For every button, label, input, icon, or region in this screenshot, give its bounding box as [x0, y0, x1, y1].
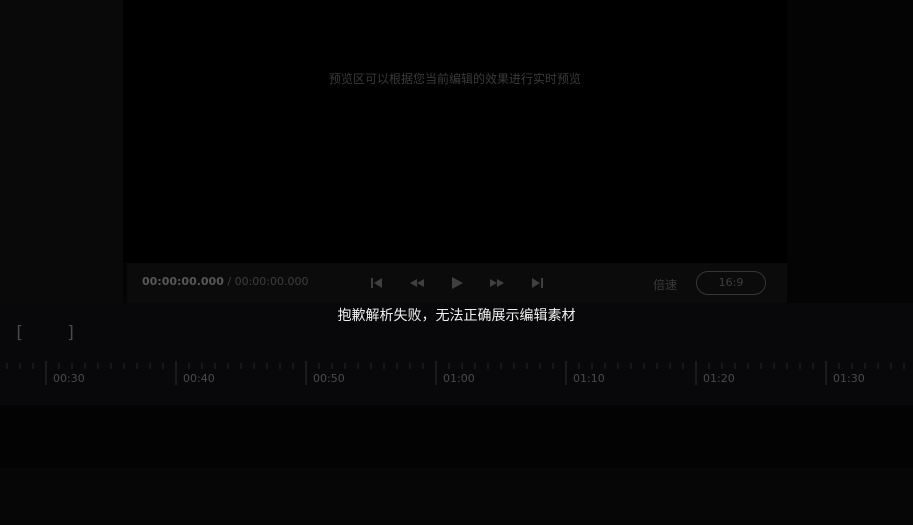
preview-hint: 预览区可以根据您当前编辑的效果进行实时预览 [328, 72, 581, 86]
timecode: 00:00:00.000 / 00:00:00.000 [142, 275, 308, 288]
track-area[interactable] [0, 405, 913, 468]
right-panel [787, 0, 913, 303]
bottom-panel [0, 468, 913, 525]
current-time: 00:00:00.000 [142, 275, 224, 288]
timeline: [ ] 抱歉解析失败，无法正确展示编辑素材 00:30 00:40 00:50 01:… [0, 303, 913, 405]
in-point-marker[interactable]: [ [14, 323, 24, 343]
ruler-tick-label: 00:50 [313, 372, 345, 385]
time-separator: / [223, 275, 235, 288]
preview-area: 预览区可以根据您当前编辑的效果进行实时预览 [123, 0, 787, 263]
parse-error-message: 抱歉解析失败，无法正确展示编辑素材 [337, 308, 576, 324]
rewind-icon[interactable] [409, 275, 425, 291]
play-icon[interactable] [449, 275, 465, 291]
ruler-tick-label: 00:40 [183, 372, 215, 385]
transport-controls [369, 275, 545, 291]
ruler-tick-label: 01:30 [833, 372, 865, 385]
video-editor: 预览区可以根据您当前编辑的效果进行实时预览 00:00:00.000 / 00:… [0, 0, 913, 525]
fast-forward-icon[interactable] [489, 275, 505, 291]
ruler-tick-label: 01:10 [573, 372, 605, 385]
timeline-ruler[interactable]: 00:30 00:40 00:50 01:00 01:10 01:20 01:30 [0, 355, 913, 405]
ruler-tick-label: 01:20 [703, 372, 735, 385]
playback-speed-button[interactable]: 倍速 [653, 276, 677, 293]
out-point-marker[interactable]: ] [66, 323, 76, 343]
skip-to-end-icon[interactable] [529, 275, 545, 291]
ruler-tick-label: 01:00 [443, 372, 475, 385]
aspect-ratio-button[interactable]: 16:9 [696, 271, 766, 295]
left-panel [0, 0, 123, 303]
ruler-tick-label: 00:30 [53, 372, 85, 385]
marker-row: [ ] 抱歉解析失败，无法正确展示编辑素材 [0, 303, 913, 355]
skip-to-start-icon[interactable] [369, 275, 385, 291]
player-control-bar: 00:00:00.000 / 00:00:00.000 倍速 16:9 [127, 263, 787, 303]
total-time: 00:00:00.000 [234, 275, 309, 288]
